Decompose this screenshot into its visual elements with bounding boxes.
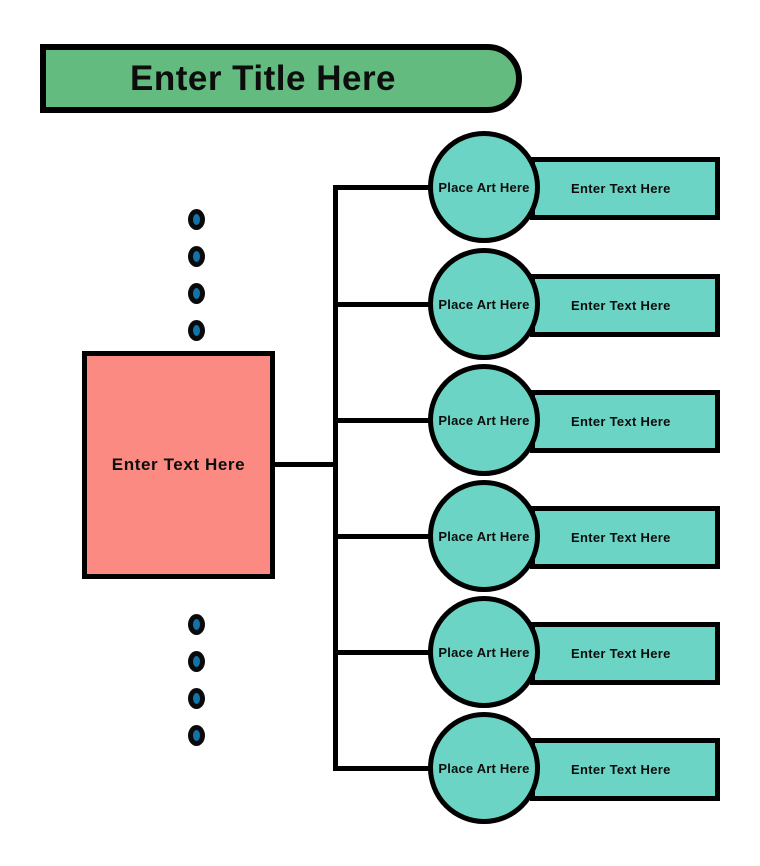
leaf-art-circle-label: Place Art Here xyxy=(438,296,530,312)
leaf-text-box[interactable]: Enter Text Here xyxy=(530,622,720,685)
leaf-text-box[interactable]: Enter Text Here xyxy=(530,274,720,337)
upper-ellipsis-dot-icon xyxy=(188,283,205,304)
connector-branch-1 xyxy=(333,185,443,190)
connector-branch-5 xyxy=(333,650,443,655)
leaf-art-circle-label: Place Art Here xyxy=(438,644,530,660)
leaf-row: Enter Text Here Place Art Here xyxy=(428,596,720,714)
main-node[interactable]: Enter Text Here xyxy=(82,351,275,579)
upper-ellipsis-dot-icon xyxy=(188,320,205,341)
upper-ellipsis-dot-icon xyxy=(188,209,205,230)
leaf-text-box-label: Enter Text Here xyxy=(571,181,671,196)
lower-ellipsis-dot-icon xyxy=(188,725,205,746)
connector-branch-6 xyxy=(333,766,443,771)
leaf-text-box-label: Enter Text Here xyxy=(571,414,671,429)
leaf-art-circle-label: Place Art Here xyxy=(438,412,530,428)
leaf-text-box-label: Enter Text Here xyxy=(571,298,671,313)
leaf-text-box[interactable]: Enter Text Here xyxy=(530,157,720,220)
leaf-row: Enter Text Here Place Art Here xyxy=(428,364,720,482)
leaf-text-box[interactable]: Enter Text Here xyxy=(530,506,720,569)
connector-stem xyxy=(274,462,338,467)
connector-branch-4 xyxy=(333,534,443,539)
leaf-text-box-label: Enter Text Here xyxy=(571,762,671,777)
leaf-art-circle[interactable]: Place Art Here xyxy=(428,248,540,360)
leaf-text-box[interactable]: Enter Text Here xyxy=(530,738,720,801)
upper-ellipsis-dot-icon xyxy=(188,246,205,267)
main-node-label: Enter Text Here xyxy=(111,455,246,474)
leaf-art-circle[interactable]: Place Art Here xyxy=(428,596,540,708)
leaf-text-box-label: Enter Text Here xyxy=(571,646,671,661)
leaf-row: Enter Text Here Place Art Here xyxy=(428,712,720,830)
connector-branch-2 xyxy=(333,302,443,307)
leaf-art-circle-label: Place Art Here xyxy=(438,760,530,776)
leaf-art-circle-label: Place Art Here xyxy=(438,179,530,195)
lower-ellipsis-dot-icon xyxy=(188,651,205,672)
title-banner[interactable]: Enter Title Here xyxy=(40,44,522,113)
leaf-art-circle[interactable]: Place Art Here xyxy=(428,364,540,476)
leaf-row: Enter Text Here Place Art Here xyxy=(428,248,720,366)
leaf-row: Enter Text Here Place Art Here xyxy=(428,480,720,598)
leaf-art-circle-label: Place Art Here xyxy=(438,528,530,544)
lower-ellipsis-dot-icon xyxy=(188,688,205,709)
connector-branch-3 xyxy=(333,418,443,423)
connector-trunk xyxy=(333,185,338,771)
diagram-canvas: Enter Title Here Enter Text Here Enter T… xyxy=(0,0,760,866)
leaf-text-box[interactable]: Enter Text Here xyxy=(530,390,720,453)
leaf-art-circle[interactable]: Place Art Here xyxy=(428,712,540,824)
leaf-row: Enter Text Here Place Art Here xyxy=(428,131,720,249)
leaf-art-circle[interactable]: Place Art Here xyxy=(428,131,540,243)
lower-ellipsis-dot-icon xyxy=(188,614,205,635)
leaf-art-circle[interactable]: Place Art Here xyxy=(428,480,540,592)
leaf-text-box-label: Enter Text Here xyxy=(571,530,671,545)
title-banner-label: Enter Title Here xyxy=(129,59,397,98)
